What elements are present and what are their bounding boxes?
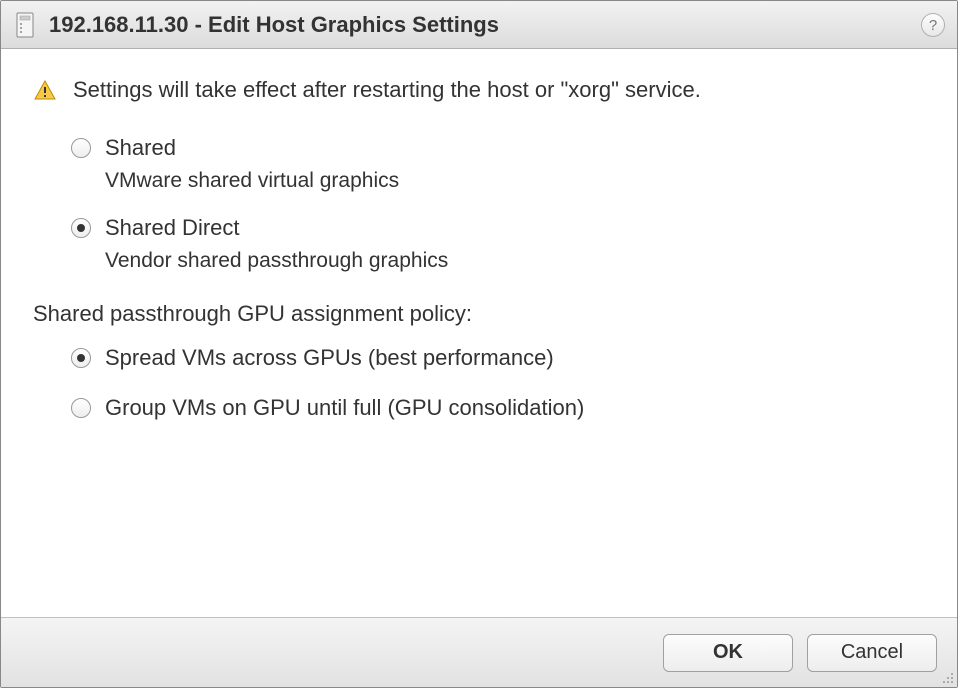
warning-icon	[33, 79, 57, 103]
info-text: Settings will take effect after restarti…	[73, 77, 701, 103]
radio-spread[interactable]: Spread VMs across GPUs (best performance…	[71, 345, 925, 371]
radio-shared-direct-circle[interactable]	[71, 218, 91, 238]
assignment-policy-label: Shared passthrough GPU assignment policy…	[33, 301, 925, 327]
help-icon[interactable]: ?	[921, 13, 945, 37]
titlebar: 192.168.11.30 - Edit Host Graphics Setti…	[1, 1, 957, 49]
dialog-footer: OK Cancel	[1, 617, 957, 687]
assignment-policy-group: Spread VMs across GPUs (best performance…	[71, 345, 925, 421]
dialog-title: 192.168.11.30 - Edit Host Graphics Setti…	[49, 12, 499, 38]
ok-button[interactable]: OK	[663, 634, 793, 672]
resize-grip-icon[interactable]	[940, 670, 954, 684]
radio-spread-circle[interactable]	[71, 348, 91, 368]
dialog-content: Settings will take effect after restarti…	[1, 49, 957, 617]
edit-host-graphics-dialog: 192.168.11.30 - Edit Host Graphics Setti…	[0, 0, 958, 688]
radio-shared[interactable]: Shared	[71, 135, 925, 161]
radio-group-vms-label: Group VMs on GPU until full (GPU consoli…	[105, 395, 584, 421]
radio-group-vms[interactable]: Group VMs on GPU until full (GPU consoli…	[71, 395, 925, 421]
cancel-button[interactable]: Cancel	[807, 634, 937, 672]
radio-group-vms-circle[interactable]	[71, 398, 91, 418]
radio-shared-direct-label: Shared Direct	[105, 215, 240, 241]
radio-spread-label: Spread VMs across GPUs (best performance…	[105, 345, 554, 371]
graphics-mode-group: Shared VMware shared virtual graphics Sh…	[71, 135, 925, 273]
host-icon	[15, 11, 35, 39]
radio-shared-circle[interactable]	[71, 138, 91, 158]
radio-shared-direct-desc: Vendor shared passthrough graphics	[105, 249, 925, 273]
info-row: Settings will take effect after restarti…	[33, 77, 925, 103]
radio-shared-label: Shared	[105, 135, 176, 161]
radio-shared-desc: VMware shared virtual graphics	[105, 169, 925, 193]
radio-shared-direct[interactable]: Shared Direct	[71, 215, 925, 241]
